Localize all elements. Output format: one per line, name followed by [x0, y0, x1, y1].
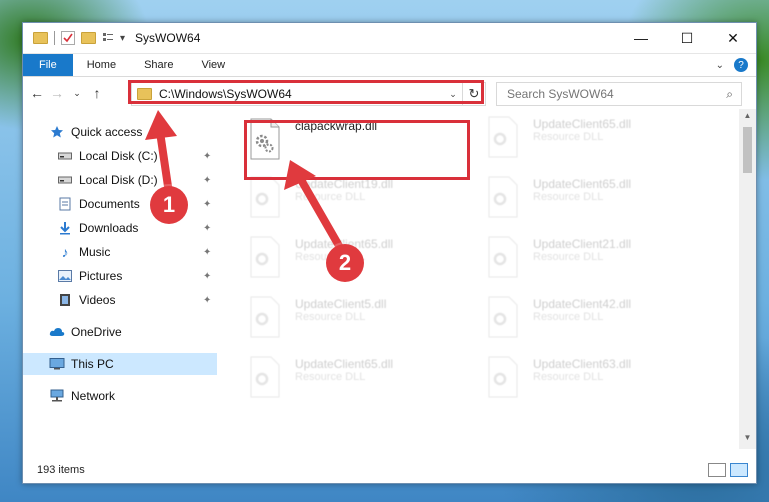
arrow-1-head — [145, 110, 177, 140]
annotation-arrows — [145, 110, 350, 262]
step-badge-2: 2 — [326, 244, 364, 282]
step-badge-1: 1 — [150, 186, 188, 224]
